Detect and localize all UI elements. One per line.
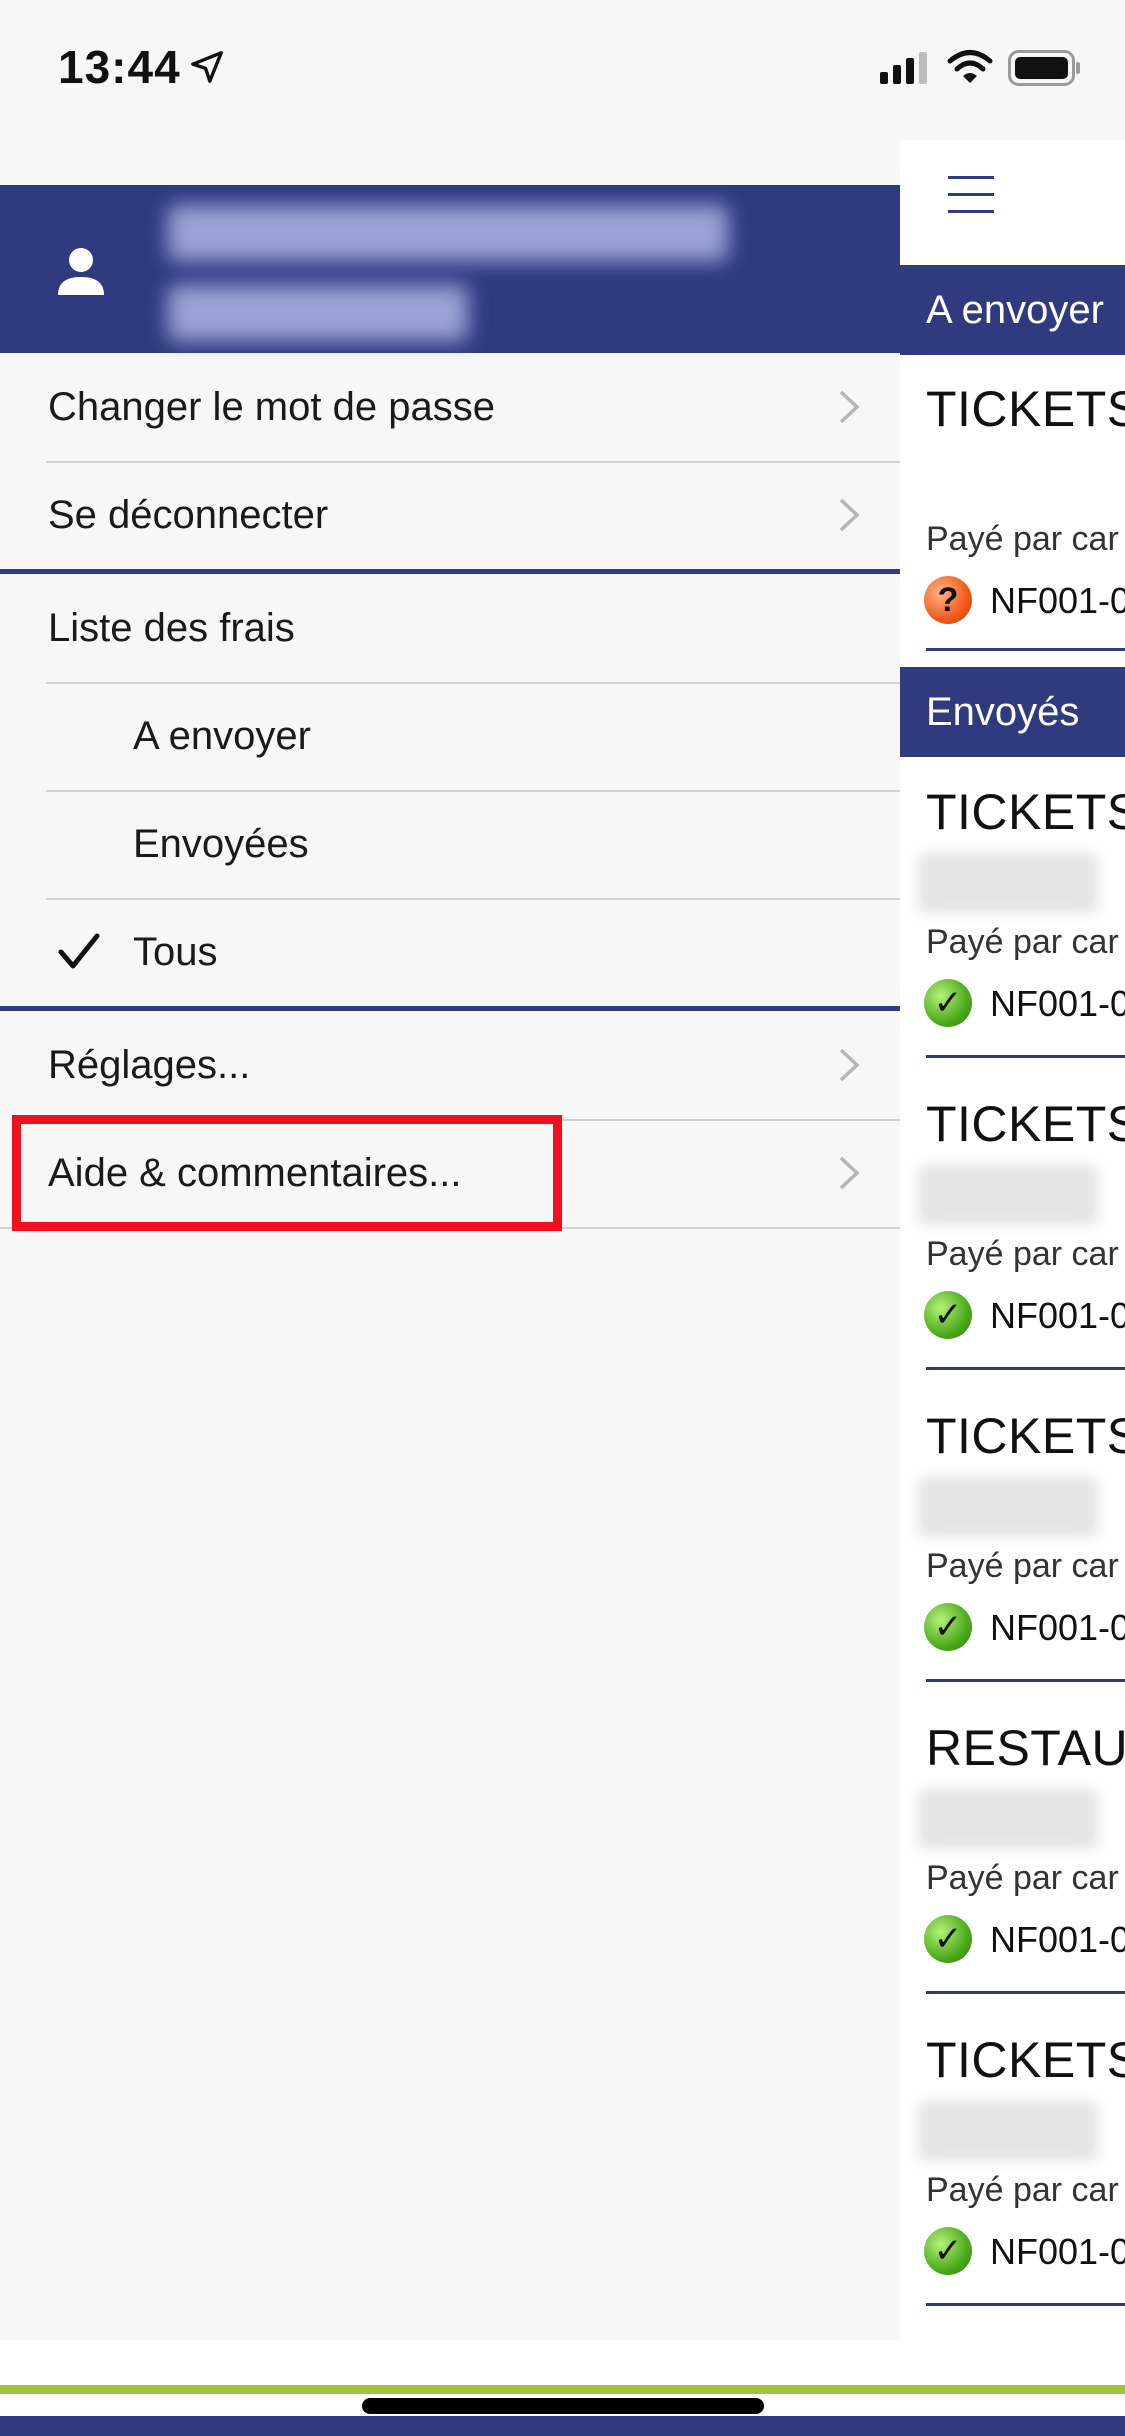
expense-list: A envoyer TICKETS Payé par car ? NF001-0… [900, 140, 1125, 2360]
sent-check-icon: ✓ [924, 2227, 972, 2275]
status-time: 13:44 [58, 41, 181, 93]
expense-reference: NF001-0 [990, 2231, 1125, 2272]
chevron-right-icon [839, 390, 860, 424]
card-divider [926, 648, 1125, 651]
expense-card[interactable]: TICKETS Payé par car ✓ NF001-0 [900, 783, 1125, 1095]
redacted-text [918, 853, 1098, 913]
section-header-sent: Envoyés [900, 667, 1125, 757]
user-icon [58, 248, 104, 295]
expense-card[interactable]: TICKETS Payé par car ? NF001-0 [900, 380, 1125, 670]
expense-card[interactable]: TICKETS Payé par car ✓ NF001-0 [900, 1095, 1125, 1407]
side-drawer: Changer le mot de passe Se déconnecter L… [0, 140, 900, 2340]
status-bar: 13:44 [0, 0, 1125, 140]
cellular-signal-icon [880, 52, 927, 84]
account-header [0, 185, 900, 353]
settings-item[interactable]: Réglages... [0, 1011, 900, 1119]
expense-payment: Payé par car [926, 2171, 1119, 2209]
redacted-text [918, 1477, 1098, 1537]
expense-card[interactable]: TICKETS Payé par car ✓ NF001-0 [900, 2031, 1125, 2343]
expense-title: TICKETS [926, 784, 1125, 840]
expense-title: TICKETS [926, 1408, 1125, 1464]
section-header-to-send: A envoyer [900, 265, 1125, 355]
expense-payment: Payé par car [926, 1235, 1119, 1273]
filter-sent[interactable]: Envoyées [0, 790, 900, 898]
card-divider [926, 1991, 1125, 1994]
filter-all[interactable]: Tous [0, 898, 900, 1006]
card-divider [926, 2303, 1125, 2306]
expense-title: TICKETS [926, 1096, 1125, 1152]
card-divider [926, 1055, 1125, 1058]
redacted-account-id [168, 285, 468, 341]
expense-payment: Payé par car [926, 923, 1119, 961]
expense-payment: Payé par car [926, 1547, 1119, 1585]
redacted-text [918, 2101, 1098, 2161]
chevron-right-icon [839, 498, 860, 532]
filter-to-send[interactable]: A envoyer [0, 682, 900, 790]
filter-label: A envoyer [133, 714, 311, 758]
card-divider [926, 1679, 1125, 1682]
expense-title: TICKETS [926, 381, 1125, 437]
logout-item[interactable]: Se déconnecter [0, 461, 900, 569]
bottom-brand-bar [0, 2416, 1125, 2436]
menu-item-label: Changer le mot de passe [48, 385, 495, 429]
card-divider [926, 1367, 1125, 1370]
redacted-account-name [168, 205, 728, 261]
sent-check-icon: ✓ [924, 1291, 972, 1339]
expense-title: TICKETS [926, 2032, 1125, 2088]
sent-check-icon: ✓ [924, 1603, 972, 1651]
expense-reference: NF001-0 [990, 983, 1125, 1024]
expense-reference: NF001-0 [990, 1607, 1125, 1648]
expense-payment: Payé par car [926, 520, 1119, 558]
redacted-text [918, 1789, 1098, 1849]
change-password-item[interactable]: Changer le mot de passe [0, 353, 900, 461]
chevron-right-icon [839, 1156, 860, 1190]
menu-item-label: Réglages... [48, 1043, 251, 1087]
expense-reference: NF001-0 [990, 580, 1125, 621]
highlight-annotation [12, 1115, 562, 1231]
expense-reference: NF001-0 [990, 1919, 1125, 1960]
pending-status-icon: ? [924, 576, 972, 624]
expense-card[interactable]: TICKETS Payé par car ✓ NF001-0 [900, 1407, 1125, 1719]
battery-icon [1008, 50, 1080, 86]
hamburger-menu-icon[interactable] [948, 176, 994, 214]
filter-label: Envoyées [133, 822, 309, 866]
filter-label: Tous [133, 930, 218, 974]
location-arrow-icon [191, 51, 223, 83]
expense-list-heading: Liste des frais [0, 574, 900, 682]
accent-bar [0, 2385, 1125, 2394]
expense-reference: NF001-0 [990, 1295, 1125, 1336]
section-title: Liste des frais [48, 606, 295, 650]
expense-card[interactable]: RESTAU Payé par car ✓ NF001-0 [900, 1719, 1125, 2031]
menu-item-label: Se déconnecter [48, 493, 329, 537]
expense-payment: Payé par car [926, 1859, 1119, 1897]
sent-check-icon: ✓ [924, 979, 972, 1027]
chevron-right-icon [839, 1048, 860, 1082]
sent-check-icon: ✓ [924, 1915, 972, 1963]
redacted-text [918, 1165, 1098, 1225]
home-indicator[interactable] [362, 2398, 764, 2414]
checkmark-icon [58, 933, 100, 969]
expense-title: RESTAU [926, 1720, 1125, 1776]
wifi-icon [947, 50, 993, 83]
